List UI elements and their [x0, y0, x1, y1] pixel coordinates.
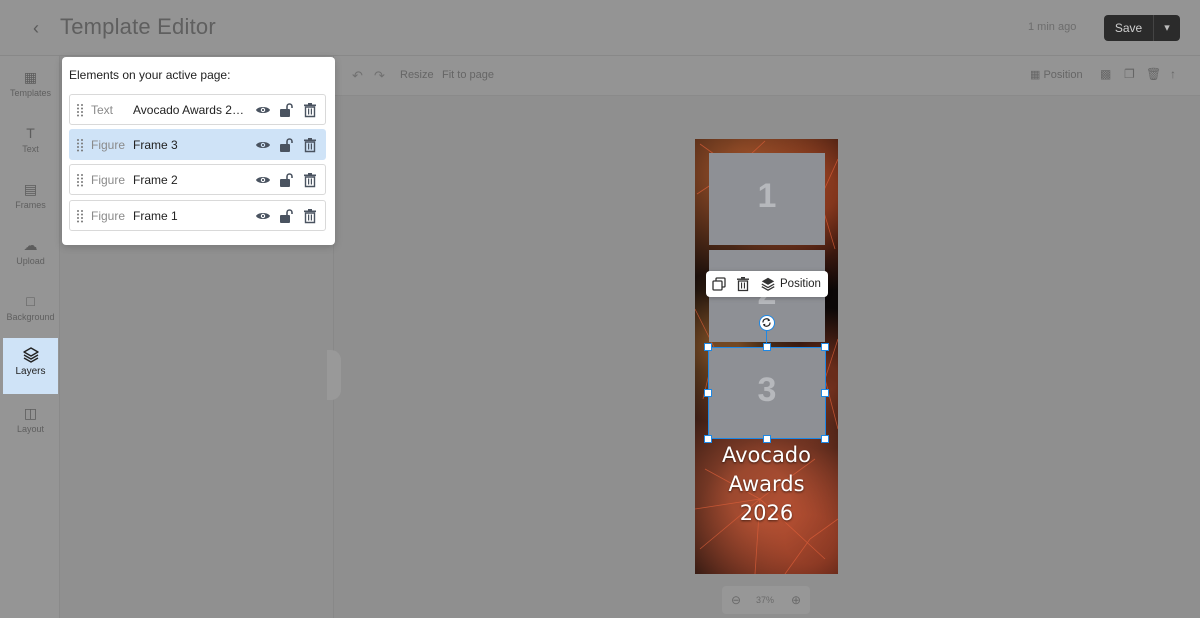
layer-row[interactable]: Figure Frame 1 [69, 200, 326, 231]
rail-label: Frames [15, 200, 46, 210]
zoom-in-icon[interactable]: ⊕ [791, 593, 801, 607]
unlock-icon[interactable] [278, 172, 294, 188]
layer-type: Figure [91, 138, 126, 152]
rail-item-templates[interactable]: ▦ Templates [3, 60, 58, 116]
left-rail: ▦ Templates T Text ▤ Frames ☁ Upload □ B… [0, 56, 60, 618]
resize-handle-w[interactable] [704, 389, 712, 397]
rail-item-layers[interactable]: Layers [3, 338, 58, 394]
layer-row[interactable]: Figure Frame 3 [69, 129, 326, 160]
resize-handle-n[interactable] [763, 343, 771, 351]
layer-row[interactable]: Text Avocado Awards 2026 [69, 94, 326, 125]
unlock-icon[interactable] [278, 208, 294, 224]
fit-to-page-button[interactable]: Fit to page [442, 69, 494, 81]
rail-label: Templates [9, 88, 52, 98]
layers-icon [22, 346, 40, 364]
layer-row[interactable]: Figure Frame 2 [69, 164, 326, 195]
rail-item-frames[interactable]: ▤ Frames [3, 172, 58, 228]
layer-name: Avocado Awards 2026 [133, 103, 245, 117]
trash-icon[interactable] [302, 137, 318, 153]
undo-icon[interactable]: ↶ [352, 68, 363, 84]
layer-name: Frame 3 [133, 138, 178, 152]
eye-icon[interactable] [255, 208, 271, 224]
position-button[interactable]: Position [760, 275, 821, 293]
position-label: Position [780, 278, 821, 290]
rail-label: Text [22, 144, 39, 154]
layer-type: Figure [91, 209, 126, 223]
rotate-icon[interactable] [759, 315, 775, 331]
layers-panel: Elements on your active page: Text Avoca… [62, 57, 335, 245]
layout-icon: ◫ [23, 405, 38, 421]
resize-handle-nw[interactable] [704, 343, 712, 351]
frame-1[interactable]: 1 [709, 153, 825, 245]
trash-icon[interactable] [302, 208, 318, 224]
collapse-panel-tab[interactable] [327, 350, 341, 400]
back-arrow-icon[interactable]: ‹ [26, 16, 46, 40]
trash-icon[interactable] [735, 276, 751, 292]
frame-number: 1 [757, 177, 777, 215]
rail-label: Background [6, 312, 55, 322]
resize-button[interactable]: Resize [400, 69, 434, 81]
zoom-control: ⊖ 37% ⊕ [722, 586, 810, 614]
position-button[interactable]: ▦ Position [1030, 68, 1083, 81]
eye-icon[interactable] [255, 102, 271, 118]
page-title: Template Editor [60, 14, 216, 39]
unlock-icon[interactable] [278, 137, 294, 153]
resize-handle-se[interactable] [821, 435, 829, 443]
layer-name: Frame 2 [133, 173, 178, 187]
rail-item-text[interactable]: T Text [3, 116, 58, 172]
drag-handle-icon[interactable] [76, 103, 84, 117]
resize-handle-s[interactable] [763, 435, 771, 443]
canvas-toolbar: ↶ ↷ Resize Fit to page ▦ Position ▩ ❐ 🗑 … [334, 56, 1200, 96]
background-icon: □ [26, 293, 35, 309]
position-label: Position [1043, 69, 1083, 81]
title-line: Awards [728, 472, 805, 496]
rail-item-background[interactable]: □ Background [3, 284, 58, 340]
selection-box[interactable] [708, 347, 826, 439]
rail-item-layout[interactable]: ◫ Layout [3, 396, 58, 452]
chevron-down-icon[interactable]: ▾ [1154, 15, 1180, 41]
top-bar: ‹ Template Editor 1 min ago Save ▾ [0, 0, 1200, 56]
unlock-icon[interactable] [278, 102, 294, 118]
rail-item-upload[interactable]: ☁ Upload [3, 228, 58, 284]
upload-icon: ☁ [23, 237, 38, 253]
element-context-toolbar: Position [706, 271, 828, 297]
trash-icon[interactable] [302, 102, 318, 118]
text-icon: T [26, 125, 35, 141]
copy-icon[interactable]: ❐ [1124, 67, 1135, 81]
layer-type: Figure [91, 173, 126, 187]
resize-handle-sw[interactable] [704, 435, 712, 443]
title-line: 2026 [739, 501, 794, 525]
zoom-level: 37% [756, 595, 775, 605]
title-line: Avocado [721, 443, 811, 467]
trash-icon[interactable]: 🗑 [1146, 67, 1161, 81]
rail-label: Upload [16, 256, 45, 266]
resize-handle-ne[interactable] [821, 343, 829, 351]
layers-panel-title: Elements on your active page: [69, 68, 231, 82]
trash-icon[interactable] [302, 172, 318, 188]
frames-icon: ▤ [23, 181, 38, 197]
layer-name: Frame 1 [133, 209, 178, 223]
layer-type: Text [91, 103, 114, 117]
pin-icon[interactable]: ↑ [1170, 67, 1176, 81]
event-title-text[interactable]: Avocado Awards 2026 [695, 441, 838, 528]
layers-icon [760, 276, 776, 292]
save-button[interactable]: Save [1104, 15, 1154, 41]
drag-handle-icon[interactable] [76, 173, 84, 187]
rail-label: Layout [16, 424, 45, 434]
resize-handle-e[interactable] [821, 389, 829, 397]
save-button-group: Save ▾ [1104, 15, 1180, 41]
grid-icon: ▦ [23, 69, 38, 85]
duplicate-icon[interactable] [711, 276, 727, 292]
zoom-out-icon[interactable]: ⊖ [731, 593, 741, 607]
chart-icon[interactable]: ▩ [1100, 67, 1111, 81]
eye-icon[interactable] [255, 137, 271, 153]
rail-label: Layers [15, 366, 46, 377]
saved-status: 1 min ago [1028, 21, 1077, 33]
redo-icon[interactable]: ↷ [374, 68, 385, 84]
eye-icon[interactable] [255, 172, 271, 188]
drag-handle-icon[interactable] [76, 209, 84, 223]
drag-handle-icon[interactable] [76, 138, 84, 152]
